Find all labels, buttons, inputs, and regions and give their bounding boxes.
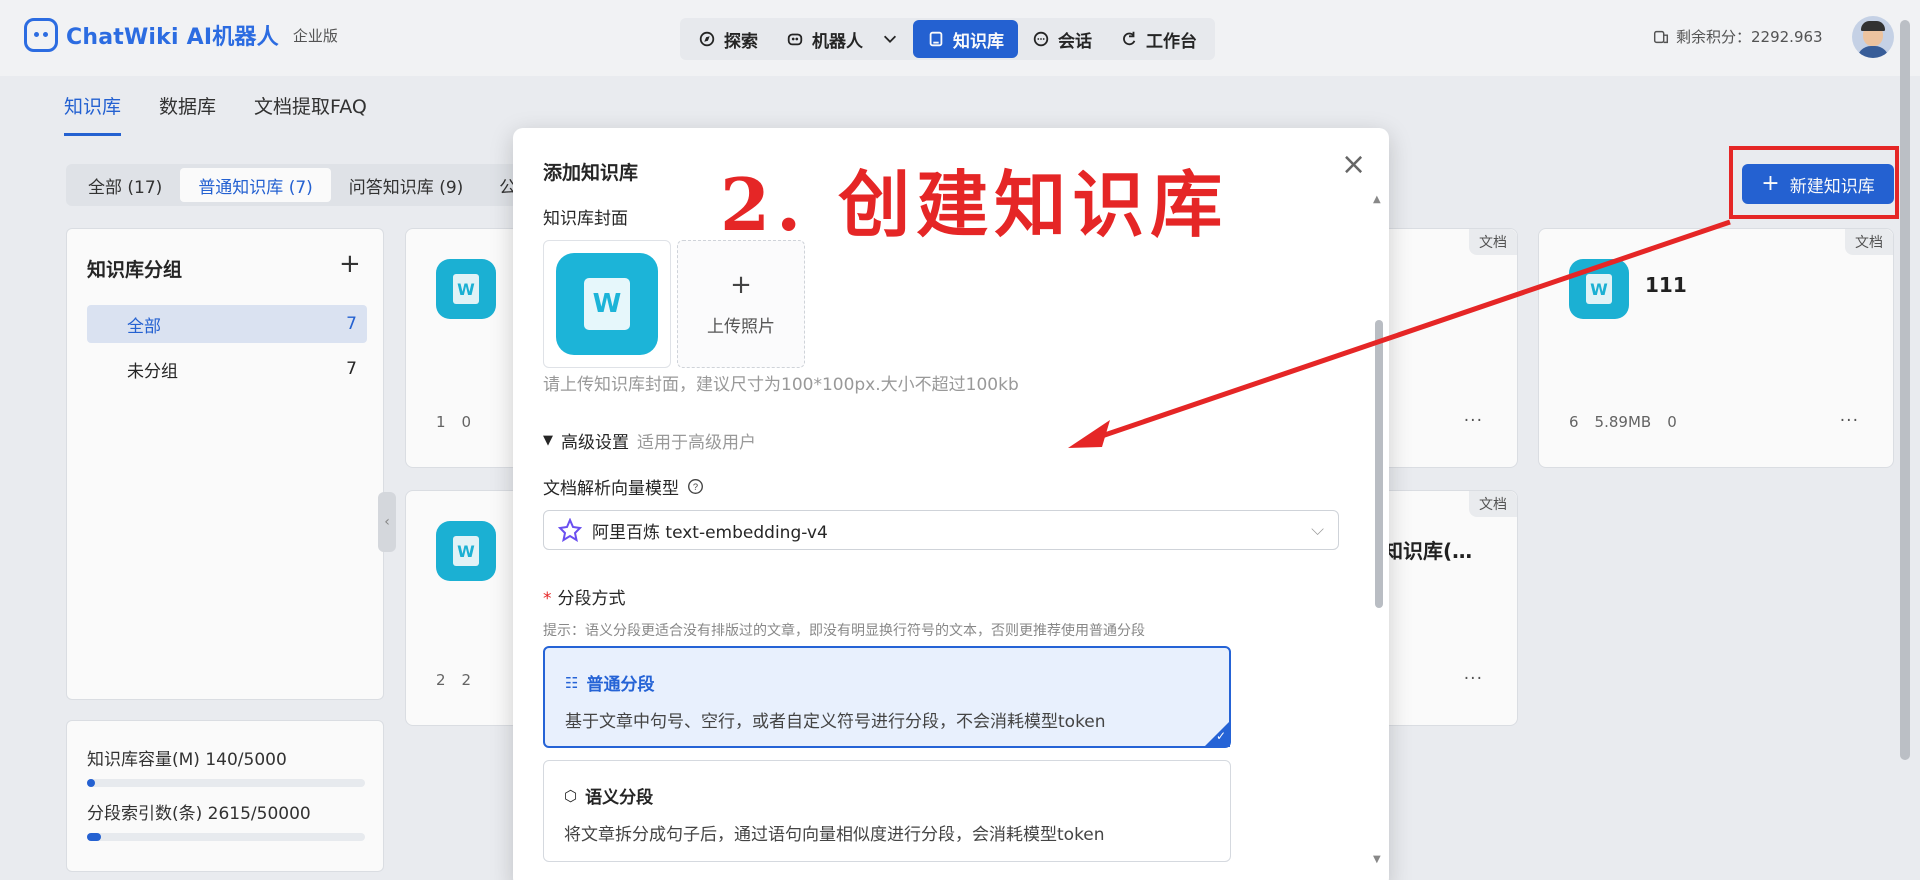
app-root: ChatWiki AI机器人 企业版 探索 机器人 知识库 会话 工作台 剩余积… [0,0,1920,880]
annotation-arrow [1068,219,1731,448]
